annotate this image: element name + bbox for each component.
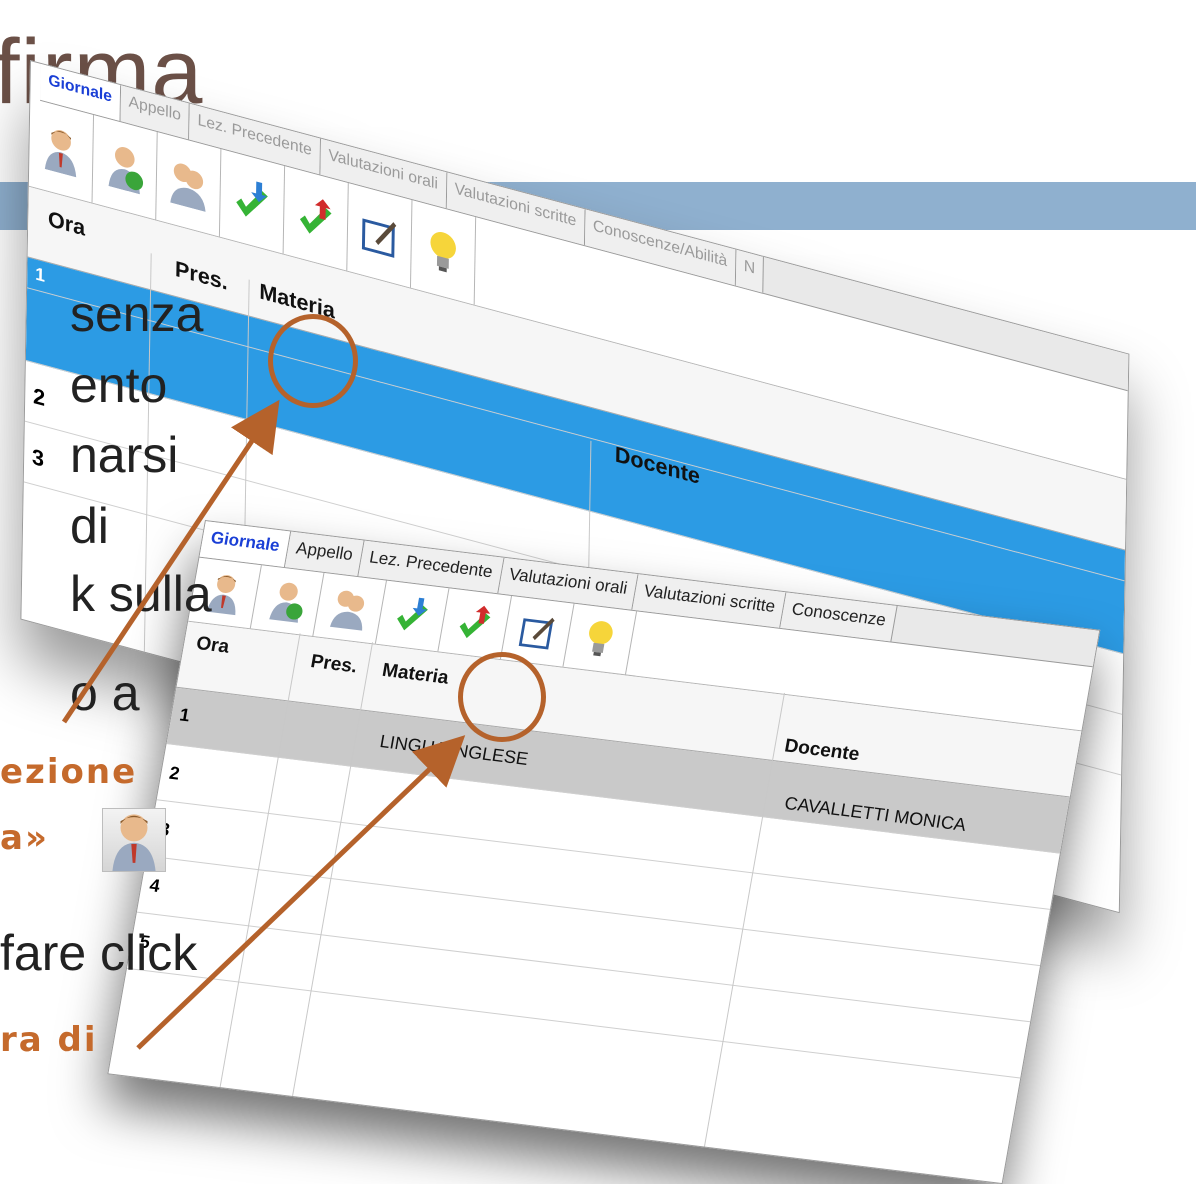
callout-arrows xyxy=(61,399,466,1050)
arrow-line xyxy=(61,399,280,724)
arrow-line xyxy=(136,735,466,1050)
